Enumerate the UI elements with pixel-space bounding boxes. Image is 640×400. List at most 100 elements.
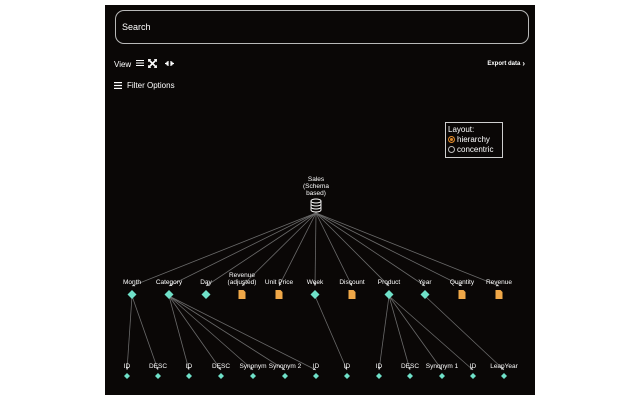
dimension-node[interactable]: Week bbox=[307, 279, 324, 299]
file-node-icon bbox=[348, 290, 356, 299]
root-node-label: (Schema bbox=[303, 183, 329, 190]
diamond-node-icon bbox=[376, 373, 382, 379]
root-node-label: based) bbox=[306, 190, 326, 197]
diamond-node-icon bbox=[310, 290, 320, 299]
diamond-node-icon bbox=[218, 373, 224, 379]
attribute-node[interactable]: DESC bbox=[212, 363, 230, 379]
attribute-node-label: ID bbox=[124, 363, 131, 370]
diamond-node-icon bbox=[155, 373, 161, 379]
attribute-node-label: ID bbox=[344, 363, 351, 370]
attribute-node-label: DESC bbox=[212, 363, 230, 370]
layout-option-hierarchy[interactable]: hierarchy bbox=[448, 135, 502, 144]
graph-edge bbox=[205, 212, 317, 287]
attribute-node[interactable]: ID bbox=[124, 363, 131, 379]
layout-selector: Layout: hierarchy concentric bbox=[445, 122, 503, 158]
attribute-node-label: Synonym bbox=[239, 363, 266, 370]
diamond-node-icon bbox=[201, 290, 211, 299]
attribute-node[interactable]: Synonym 1 bbox=[426, 363, 459, 379]
attribute-node-label: DESC bbox=[149, 363, 167, 370]
dimension-node[interactable]: Year bbox=[418, 279, 432, 299]
dimension-node-label: Day bbox=[200, 279, 212, 286]
graph-edge bbox=[315, 212, 390, 287]
dimension-node[interactable]: Product bbox=[378, 279, 401, 299]
root-node-label: Sales bbox=[308, 176, 325, 183]
diamond-node-icon bbox=[420, 290, 430, 299]
file-node-icon bbox=[458, 290, 466, 299]
dimension-node-label: Week bbox=[307, 279, 324, 286]
diamond-node-icon bbox=[127, 290, 137, 299]
diamond-node-icon bbox=[313, 373, 319, 379]
dimension-node-label: Discount bbox=[339, 279, 364, 286]
graph-edge bbox=[315, 212, 353, 287]
graph-edge bbox=[278, 212, 317, 287]
database-icon bbox=[310, 198, 322, 213]
root-node[interactable]: Sales(Schemabased) bbox=[303, 176, 329, 213]
layout-option-label: concentric bbox=[457, 145, 494, 154]
radio-unselected-icon[interactable] bbox=[448, 146, 455, 153]
diamond-node-icon bbox=[470, 373, 476, 379]
dimension-node[interactable]: Category bbox=[156, 279, 183, 299]
dimension-node-label: (adjusted) bbox=[228, 279, 257, 286]
graph-edge bbox=[168, 295, 254, 371]
dimension-node-label: Category bbox=[156, 279, 183, 286]
dimension-node[interactable]: Revenue bbox=[486, 279, 512, 299]
attribute-node[interactable]: DESC bbox=[149, 363, 167, 379]
graph-nodes: Sales(Schemabased) Month Category Day Revenu… bbox=[123, 176, 519, 379]
dimension-node[interactable]: Month bbox=[123, 279, 141, 299]
graph-edge bbox=[168, 295, 317, 371]
attribute-node-label: ID bbox=[376, 363, 383, 370]
attribute-node-label: Synonym 2 bbox=[269, 363, 302, 370]
dimension-node[interactable]: Day bbox=[200, 279, 213, 299]
attribute-node[interactable]: Synonym bbox=[239, 363, 267, 379]
graph-edge bbox=[315, 212, 463, 287]
radio-selected-icon[interactable] bbox=[448, 136, 455, 143]
attribute-node[interactable]: Synonym 2 bbox=[269, 363, 302, 379]
attribute-node[interactable]: ID bbox=[344, 363, 351, 379]
graph-edge bbox=[378, 295, 390, 371]
graph-edge bbox=[315, 212, 500, 287]
graph-edge bbox=[388, 295, 411, 371]
layout-option-concentric[interactable]: concentric bbox=[448, 145, 502, 154]
attribute-node-label: DESC bbox=[401, 363, 419, 370]
hierarchy-graph: Sales(Schemabased) Month Category Day Revenu… bbox=[123, 176, 519, 379]
attribute-node[interactable]: ID bbox=[313, 363, 320, 379]
attribute-node[interactable]: ID bbox=[470, 363, 477, 379]
dimension-node-label: Quantity bbox=[450, 279, 475, 286]
diamond-node-icon bbox=[384, 290, 394, 299]
graph-edge bbox=[315, 212, 426, 287]
file-node-icon bbox=[238, 290, 246, 299]
attribute-node-label: LeapYear bbox=[490, 363, 518, 370]
dimension-node-label: Revenue bbox=[229, 272, 255, 279]
graph-edge bbox=[424, 295, 505, 371]
layout-title: Layout: bbox=[448, 125, 475, 134]
dimension-node[interactable]: Unit Price bbox=[265, 279, 294, 299]
dimension-node[interactable]: Revenue(adjusted) bbox=[228, 272, 257, 299]
graph-edge bbox=[388, 295, 443, 371]
dimension-node[interactable]: Discount bbox=[339, 279, 365, 299]
attribute-node[interactable]: DESC bbox=[401, 363, 419, 379]
graph-edge bbox=[314, 295, 348, 371]
dimension-node-label: Unit Price bbox=[265, 279, 294, 286]
diamond-node-icon bbox=[282, 373, 288, 379]
attribute-node-label: Synonym 1 bbox=[426, 363, 459, 370]
file-node-icon bbox=[495, 290, 503, 299]
dimension-node-label: Year bbox=[418, 279, 432, 286]
diamond-node-icon bbox=[250, 373, 256, 379]
database-icon-top bbox=[310, 198, 322, 204]
dimension-node[interactable]: Quantity bbox=[450, 279, 475, 299]
graph-edge bbox=[388, 295, 474, 371]
dimension-node-label: Month bbox=[123, 279, 141, 286]
graph-panel: View Export data› Filter Options Sales(S… bbox=[105, 5, 535, 395]
attribute-node[interactable]: ID bbox=[186, 363, 193, 379]
attribute-node-label: ID bbox=[313, 363, 320, 370]
graph-edge bbox=[131, 295, 159, 371]
attribute-node-label: ID bbox=[186, 363, 193, 370]
dimension-node-label: Revenue bbox=[486, 279, 512, 286]
diamond-node-icon bbox=[501, 373, 507, 379]
dimension-node-label: Product bbox=[378, 279, 401, 286]
attribute-node[interactable]: LeapYear bbox=[490, 363, 519, 379]
diamond-node-icon bbox=[407, 373, 413, 379]
attribute-node[interactable]: ID bbox=[376, 363, 383, 379]
attribute-node-label: ID bbox=[470, 363, 477, 370]
graph-edge bbox=[314, 212, 317, 287]
